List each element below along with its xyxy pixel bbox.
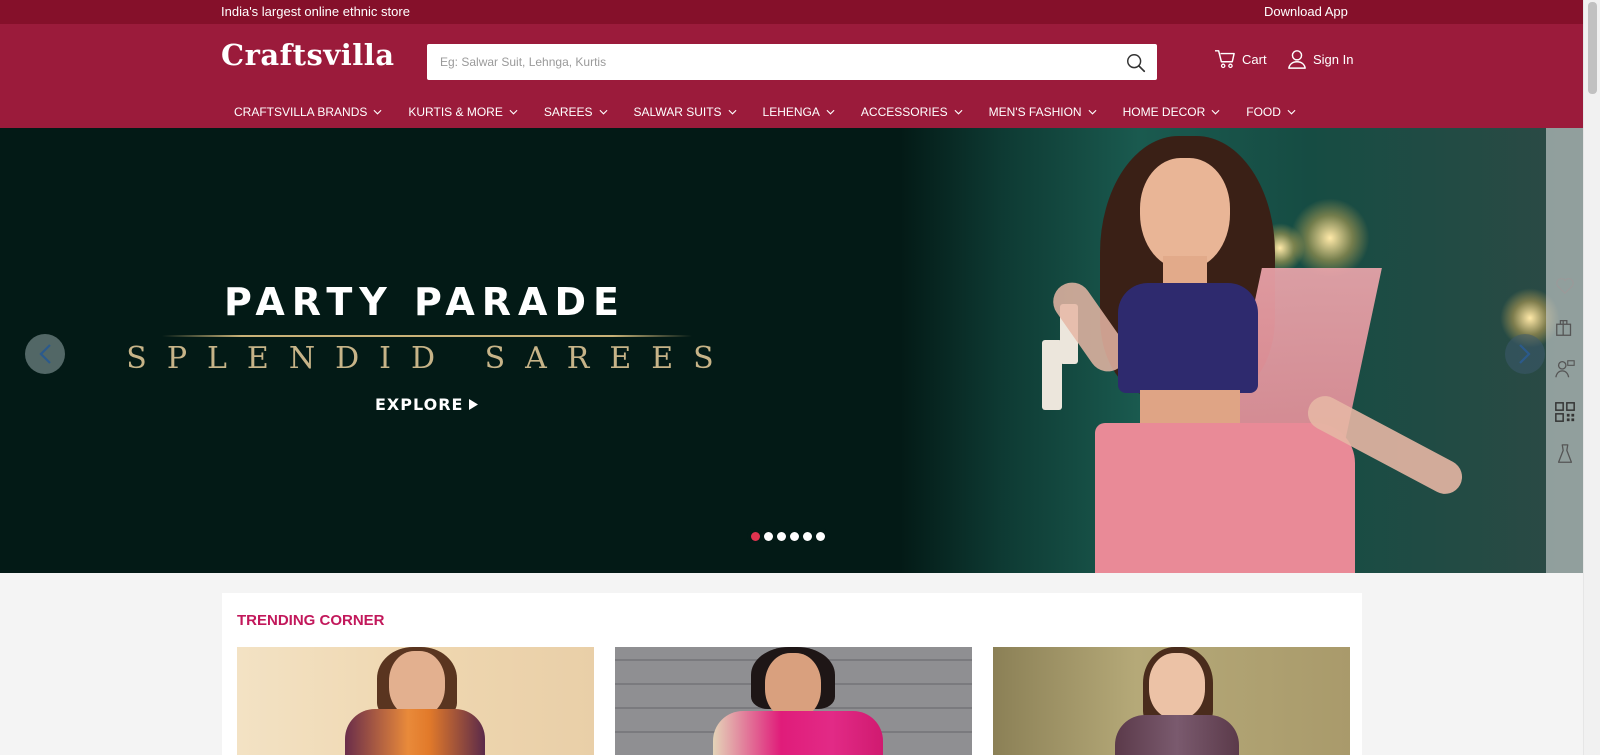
card-model-outfit (1115, 715, 1239, 755)
model-saree (1095, 423, 1355, 573)
chevron-down-icon (509, 109, 518, 115)
hero-subtitle: SPLENDID SAREES (126, 341, 734, 376)
dress-icon[interactable] (1554, 443, 1576, 465)
chevron-left-icon (39, 344, 51, 364)
chevron-down-icon (1211, 109, 1220, 115)
nav-mens-fashion[interactable]: MEN'S FASHION (976, 100, 1110, 124)
chevron-down-icon (954, 109, 963, 115)
chevron-down-icon (1088, 109, 1097, 115)
carousel-dots (747, 528, 829, 544)
card-model-outfit (713, 711, 883, 755)
tagline: India's largest online ethnic store (221, 4, 410, 19)
nav-sarees[interactable]: SAREES (531, 100, 621, 124)
play-icon (469, 399, 479, 410)
chevron-down-icon (826, 109, 835, 115)
nav-salwar-suits[interactable]: SALWAR SUITS (621, 100, 750, 124)
chevron-down-icon (1287, 109, 1296, 115)
person-icon[interactable] (1554, 358, 1576, 380)
search-bar (427, 44, 1157, 80)
nav-craftsvilla-brands[interactable]: CRAFTSVILLA BRANDS (221, 100, 395, 124)
card-model-outfit (345, 709, 485, 755)
cart-icon (1215, 50, 1235, 69)
side-toolbar (1546, 128, 1583, 573)
nav-label: MEN'S FASHION (988, 105, 1082, 119)
search-icon[interactable] (1125, 52, 1147, 74)
hero-divider (162, 335, 692, 337)
nav-label: HOME DECOR (1122, 105, 1206, 119)
nav-accessories[interactable]: ACCESSORIES (848, 100, 976, 124)
category-nav: CRAFTSVILLA BRANDS KURTIS & MORE SAREES … (221, 100, 1309, 124)
explore-button[interactable]: EXPLORE (375, 395, 479, 414)
decor-candle (1042, 340, 1062, 410)
cart-button[interactable]: Cart (1214, 49, 1267, 69)
carousel-dot[interactable] (777, 531, 786, 541)
nav-label: CRAFTSVILLA BRANDS (234, 105, 368, 119)
nav-label: LEHENGA (762, 105, 820, 119)
trending-card[interactable] (237, 647, 594, 755)
download-app-link[interactable]: Download App (1264, 4, 1348, 19)
card-model-face (1149, 653, 1205, 719)
nav-home-decor[interactable]: HOME DECOR (1110, 100, 1234, 124)
carousel-prev-button[interactable] (25, 334, 65, 374)
craftsvilla-logo[interactable]: Craftsvilla (221, 38, 395, 72)
nav-label: ACCESSORIES (860, 105, 948, 119)
nav-kurtis-more[interactable]: KURTIS & MORE (395, 100, 530, 124)
carousel-dot[interactable] (803, 531, 812, 541)
trending-card[interactable] (993, 647, 1350, 755)
scrollbar-thumb[interactable] (1588, 2, 1597, 94)
nav-lehenga[interactable]: LEHENGA (750, 100, 848, 124)
chevron-down-icon (373, 109, 382, 115)
nav-food[interactable]: FOOD (1233, 100, 1309, 124)
sign-in-button[interactable]: Sign In (1287, 49, 1353, 69)
nav-label: SAREES (543, 105, 593, 119)
explore-label: EXPLORE (375, 395, 464, 414)
sign-in-label: Sign In (1313, 51, 1354, 67)
gift-icon[interactable] (1554, 316, 1576, 338)
nav-label: KURTIS & MORE (408, 105, 503, 119)
carousel-dot[interactable] (816, 531, 825, 541)
model-face (1140, 158, 1230, 270)
card-model-face (389, 651, 445, 717)
heart-icon[interactable] (1554, 274, 1576, 296)
hero-title: PARTY PARADE (224, 280, 626, 324)
nav-label: SALWAR SUITS (633, 105, 722, 119)
hero-banner[interactable]: PARTY PARADE SPLENDID SAREES EXPLORE (0, 128, 1583, 573)
chevron-down-icon (728, 109, 737, 115)
trending-corner-section: TRENDING CORNER (222, 593, 1362, 755)
section-title: TRENDING CORNER (237, 612, 385, 629)
card-model-face (765, 653, 821, 719)
carousel-dot[interactable] (764, 531, 773, 541)
nav-label: FOOD (1246, 105, 1281, 119)
hero-text: PARTY PARADE SPLENDID SAREES EXPLORE (0, 128, 900, 573)
trending-card[interactable] (615, 647, 972, 755)
carousel-next-button[interactable] (1505, 334, 1545, 374)
carousel-dot-active[interactable] (751, 531, 760, 541)
page-scrollbar[interactable] (1583, 0, 1600, 755)
user-icon (1288, 50, 1306, 69)
top-strip: India's largest online ethnic store Down… (0, 0, 1583, 24)
chevron-right-icon (1519, 344, 1531, 364)
model-blouse (1118, 283, 1258, 393)
cart-label: Cart (1242, 51, 1267, 67)
header: Craftsvilla Cart Sign In CRAFTSVILLA BRA… (0, 24, 1583, 128)
search-input[interactable] (427, 44, 1107, 80)
qr-code-icon[interactable] (1554, 401, 1576, 423)
chevron-down-icon (599, 109, 608, 115)
carousel-dot[interactable] (790, 531, 799, 541)
